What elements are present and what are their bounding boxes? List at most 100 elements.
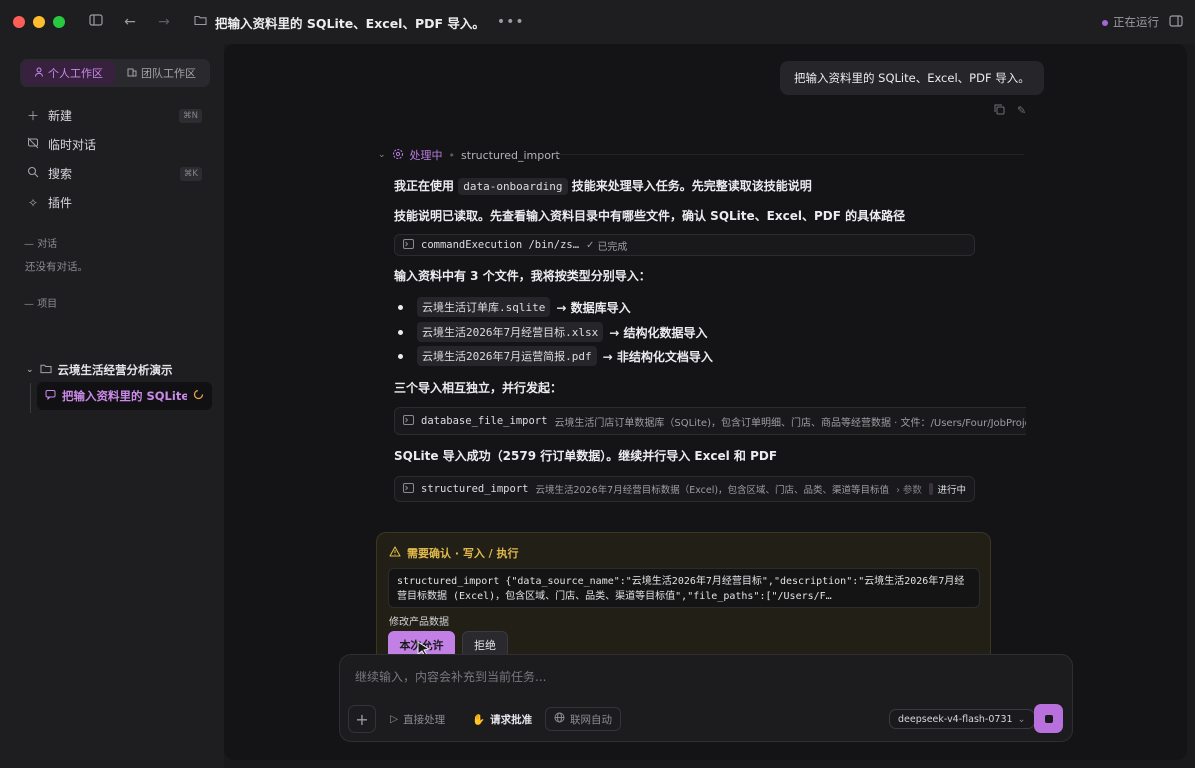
user-message-bubble: 把输入资料里的 SQLite、Excel、PDF 导入。: [780, 61, 1044, 95]
plus-icon: ＋: [26, 109, 39, 123]
search-icon: [26, 166, 40, 181]
paragraph-text: 技能来处理导入任务。先完整读取该技能说明: [571, 179, 812, 193]
progress-bar-icon: [928, 483, 934, 495]
tool-description: 云境生活2026年7月经营目标数据（Excel)，包含区域、门店、品类、渠道等目…: [535, 485, 890, 496]
close-window-button[interactable]: [13, 16, 25, 28]
window-title: 把输入资料里的 SQLite、Excel、PDF 导入。: [215, 15, 485, 31]
conversation-item-active[interactable]: 把输入资料里的 SQLite、Excel、PDF 导入。: [37, 382, 212, 410]
tool-name: commandExecution /bin/zs…: [421, 239, 580, 251]
mode-direct-chip[interactable]: ▷ 直接处理: [382, 707, 453, 731]
process-name: structured_import: [461, 148, 560, 162]
sidebar-item-new[interactable]: ＋ 新建 ⌘N: [26, 107, 202, 124]
list-item: 云境生活2026年7月运营简报.pdf → 非结构化文档导入: [394, 346, 713, 366]
empty-conversations-text: 还没有对话。: [25, 261, 88, 273]
sidebar-item-search-label: 搜索: [48, 167, 73, 181]
model-name: deepseek-v4-flash-0731: [898, 713, 1013, 725]
paragraph-text: 我正在使用: [394, 179, 455, 193]
import-target: → 数据库导入: [556, 300, 631, 315]
section-projects: — 项目: [24, 299, 58, 310]
list-item: 云境生活2026年7月经营目标.xlsx → 结构化数据导入: [394, 322, 707, 342]
tab-team-label: 团队工作区: [141, 67, 196, 80]
running-status-label: 正在运行: [1113, 15, 1159, 29]
processing-gear-icon: [392, 148, 404, 163]
terminal-icon: [403, 482, 414, 496]
folder-icon: [191, 14, 209, 30]
workspace-switch: 个人工作区 团队工作区: [20, 59, 210, 87]
plus-icon: +: [355, 709, 369, 729]
file-name: 云境生活2026年7月运营简报.pdf: [417, 346, 597, 366]
running-status: 正在运行: [1102, 14, 1159, 30]
zoom-window-button[interactable]: [53, 16, 65, 28]
play-icon: ▷: [390, 713, 399, 725]
title-bar-right: 正在运行: [1102, 0, 1183, 44]
sidebar: 个人工作区 团队工作区 ＋ 新建 ⌘N 临时对话 搜索 ⌘K ✧ 插件 — 对话…: [0, 44, 224, 768]
params-label: 参数: [902, 485, 922, 496]
stop-icon: [1044, 714, 1053, 723]
tab-personal-workspace[interactable]: 个人工作区: [22, 61, 115, 85]
web-auto-chip[interactable]: 联网自动: [545, 707, 621, 731]
temp-chat-icon: [26, 137, 40, 152]
confirmation-title: 需要确认 · 写入 / 执行: [407, 547, 519, 560]
tool-status: 进行中: [937, 485, 966, 496]
shortcut-badge: ⌘K: [179, 166, 202, 181]
section-projects-label: 项目: [37, 299, 58, 310]
terminal-icon: [403, 414, 414, 428]
project-item[interactable]: ⌄ 云境生活经营分析演示: [26, 362, 173, 378]
sidebar-item-temp-chat[interactable]: 临时对话: [26, 136, 202, 153]
sidebar-item-plugins[interactable]: ✧ 插件: [26, 194, 202, 211]
section-conversations: — 对话: [24, 239, 58, 250]
process-status: 处理中: [409, 149, 443, 162]
file-name: 云境生活订单库.sqlite: [417, 297, 551, 317]
sidebar-item-plugins-label: 插件: [48, 196, 73, 210]
more-options-icon[interactable]: •••: [497, 14, 525, 30]
tree-line: [30, 383, 31, 413]
right-panel-toggle-icon[interactable]: [1169, 14, 1183, 31]
tool-name: database_file_import: [421, 415, 548, 427]
tool-name: structured_import: [421, 483, 529, 495]
assistant-paragraph-1: 我正在使用 data-onboarding 技能来处理导入任务。先完整读取该技能…: [394, 177, 812, 195]
back-arrow-icon[interactable]: ←: [121, 14, 139, 30]
chat-bubble-icon: [45, 389, 56, 403]
sidebar-toggle-icon[interactable]: [87, 13, 105, 31]
tab-personal-label: 个人工作区: [48, 67, 103, 80]
process-divider: [554, 154, 1024, 155]
add-attachment-button[interactable]: +: [348, 705, 376, 733]
folder-icon: [40, 363, 52, 377]
chevron-down-icon: ⌄: [378, 150, 386, 160]
process-header[interactable]: ⌄ 处理中 • structured_import: [378, 147, 560, 163]
conversation-title: 把输入资料里的 SQLite、Excel、PDF 导入。: [62, 389, 187, 403]
list-item: 云境生活订单库.sqlite → 数据库导入: [394, 297, 631, 317]
person-icon: [34, 67, 44, 80]
edit-pencil-icon[interactable]: ✎: [1017, 104, 1026, 118]
import-target: → 结构化数据导入: [609, 325, 708, 340]
team-icon: [127, 67, 137, 80]
assistant-paragraph-5: SQLite 导入成功（2579 行订单数据）。继续并行导入 Excel 和 P…: [394, 449, 778, 463]
tool-call-structured-import[interactable]: structured_import 云境生活2026年7月经营目标数据（Exce…: [394, 476, 975, 502]
params-toggle[interactable]: › 参数: [896, 482, 922, 496]
import-target: → 非结构化文档导入: [602, 349, 713, 364]
running-dot-icon: [1102, 20, 1108, 26]
chevron-down-icon: ⌄: [26, 365, 34, 375]
copy-icon[interactable]: [994, 104, 1005, 118]
tool-description: 云境生活门店订单数据库（SQLite)，包含订单明细、门店、商品等经营数据 · …: [554, 417, 1026, 429]
model-selector[interactable]: deepseek-v4-flash-0731 ⌄: [889, 709, 1035, 729]
tool-status: 已完成: [597, 241, 628, 253]
chevron-down-icon: ⌄: [1017, 713, 1026, 725]
assistant-paragraph-3: 输入资料中有 3 个文件，我将按类型分别导入：: [394, 269, 651, 283]
tab-team-workspace[interactable]: 团队工作区: [115, 61, 208, 85]
sidebar-item-temp-chat-label: 临时对话: [48, 138, 97, 152]
mode-approval-chip[interactable]: ✋ 请求批准: [464, 707, 540, 731]
section-conversations-label: 对话: [37, 239, 58, 250]
minimize-window-button[interactable]: [33, 16, 45, 28]
stop-button[interactable]: [1034, 704, 1063, 733]
tool-call-command[interactable]: commandExecution /bin/zs… ✓ 已完成: [394, 234, 975, 256]
bullet: [398, 353, 403, 359]
sidebar-item-search[interactable]: 搜索 ⌘K: [26, 165, 202, 182]
spinner-icon: [193, 389, 204, 403]
chip-label: 联网自动: [570, 713, 612, 726]
composer-input[interactable]: 继续输入，内容会补充到当前任务...: [355, 668, 546, 685]
confirmation-code: structured_import {"data_source_name":"云…: [388, 568, 980, 608]
forward-arrow-icon[interactable]: →: [155, 14, 173, 30]
tool-call-database-import[interactable]: database_file_import 云境生活门店订单数据库（SQLite)…: [394, 407, 1026, 435]
chip-label: 直接处理: [403, 713, 446, 726]
